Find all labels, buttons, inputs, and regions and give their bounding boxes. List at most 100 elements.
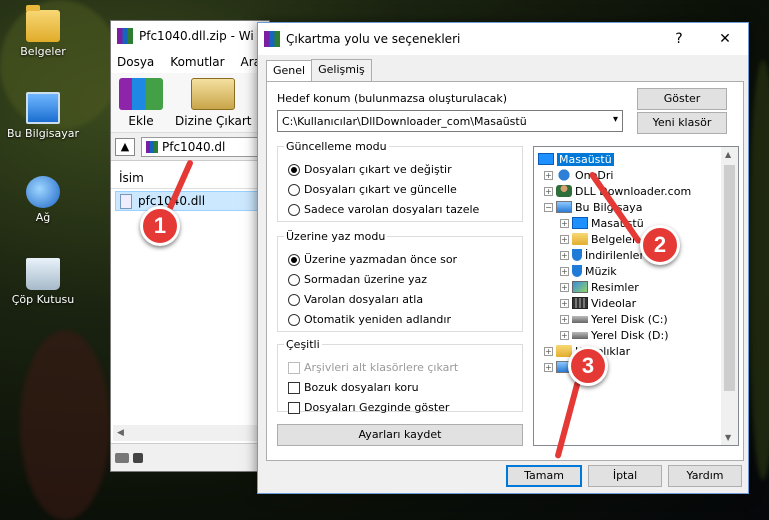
tree-item-onedrive[interactable]: + OneDri (544, 167, 613, 183)
tree-item-music[interactable]: + Müzik (560, 263, 617, 279)
close-icon[interactable]: ✕ (702, 23, 748, 55)
tree-item-downloads[interactable]: + İndirilenler (560, 247, 644, 263)
radio-ask-before-overwrite[interactable]: Üzerine yazmadan önce sor (288, 253, 457, 266)
general-panel: Hedef konum (bulunmazsa oluşturulacak) C… (266, 81, 744, 461)
up-folder-button[interactable]: ▲ (115, 137, 135, 156)
scroll-down-icon[interactable]: ▼ (725, 433, 731, 442)
tree-item-documents[interactable]: + Belgeler (560, 231, 636, 247)
recycle-bin-icon (26, 258, 60, 290)
add-archive-icon (119, 78, 163, 110)
expand-icon[interactable]: + (560, 330, 569, 340)
help-title-button[interactable]: ? (656, 23, 702, 55)
tree-item-disk-c[interactable]: + Yerel Disk (C:) (560, 311, 668, 327)
radio-button[interactable] (288, 293, 300, 306)
tree-item-user[interactable]: + DLL Downloader.com (544, 183, 691, 199)
radio-extract-update[interactable]: Dosyaları çıkart ve güncelle (288, 183, 457, 196)
extract-to-button[interactable]: Dizine Çıkart (175, 78, 251, 132)
tree-item-videos[interactable]: + Videolar (560, 295, 636, 311)
new-folder-button[interactable]: Yeni klasör (637, 112, 727, 134)
disk-icon (572, 331, 588, 339)
overwrite-mode-legend: Üzerine yaz modu (286, 230, 386, 243)
cancel-button[interactable]: İptal (588, 465, 662, 487)
winrar-icon (264, 31, 280, 47)
help-button[interactable]: Yardım (668, 465, 742, 487)
expand-icon[interactable]: + (544, 186, 553, 196)
expand-icon[interactable]: + (560, 234, 569, 244)
radio-button[interactable] (288, 203, 300, 216)
network-icon (26, 176, 60, 208)
horizontal-scrollbar[interactable]: ◀ (113, 425, 269, 441)
radio-refresh-existing[interactable]: Sadece varolan dosyaları tazele (288, 203, 479, 216)
tree-item-this-pc[interactable]: − Bu Bilgisaya (544, 199, 642, 215)
desktop-icon (538, 153, 554, 165)
desktop-icon-cop-kutusu[interactable]: Çöp Kutusu (0, 258, 86, 306)
tree-item-disk-d[interactable]: + Yerel Disk (D:) (560, 327, 669, 343)
show-button[interactable]: Göster (637, 88, 727, 110)
expand-icon[interactable]: + (560, 298, 569, 308)
radio-button[interactable] (288, 313, 300, 326)
user-icon (556, 185, 572, 197)
expand-icon[interactable]: + (560, 218, 569, 228)
status-bar (111, 443, 269, 471)
tree-vertical-scrollbar[interactable]: ▲ ▼ (721, 147, 738, 445)
expand-icon[interactable]: + (560, 250, 569, 260)
checkbox-show-in-explorer[interactable]: Dosyaları Gezginde göster (288, 401, 449, 414)
update-mode-legend: Güncelleme modu (286, 140, 387, 153)
videos-icon (572, 297, 588, 309)
destination-path-combo[interactable]: C:\Kullanıcılar\DllDownloader_com\Masaüs… (277, 110, 623, 132)
scroll-thumb[interactable] (724, 165, 735, 391)
expand-icon[interactable]: + (544, 362, 553, 372)
save-settings-button[interactable]: Ayarları kaydet (277, 424, 523, 446)
pictures-icon (572, 281, 588, 293)
computer-icon (26, 92, 60, 124)
radio-extract-replace[interactable]: Dosyaları çıkart ve değiştir (288, 163, 452, 176)
dialog-title: Çıkartma yolu ve seçenekleri (286, 32, 461, 46)
radio-skip-existing[interactable]: Varolan dosyaları atla (288, 293, 423, 306)
dialog-titlebar[interactable]: Çıkartma yolu ve seçenekleri ? ✕ (258, 23, 748, 55)
expand-icon[interactable]: + (560, 266, 569, 276)
checkbox (288, 361, 300, 374)
winrar-window: Pfc1040.dll.zip - Wi Dosya Komutlar Araç… (110, 20, 278, 472)
desktop-icon-ag[interactable]: Ağ (0, 176, 86, 224)
radio-auto-rename[interactable]: Otomatik yeniden adlandır (288, 313, 451, 326)
expand-icon[interactable]: + (544, 170, 553, 180)
collapse-icon[interactable]: − (544, 202, 553, 212)
music-icon (572, 265, 582, 277)
dialog-tabs: Genel Gelişmiş (266, 59, 372, 82)
checkbox[interactable] (288, 401, 300, 414)
winrar-title: Pfc1040.dll.zip - Wi (139, 29, 254, 43)
desktop-icon (572, 217, 588, 229)
add-button[interactable]: Ekle (119, 78, 163, 132)
tree-item-desktop[interactable]: Masaüstü (538, 151, 614, 167)
chevron-down-icon[interactable]: ▾ (613, 114, 618, 125)
tab-gelismis[interactable]: Gelişmiş (311, 59, 372, 81)
folder-tree[interactable]: Masaüstü + OneDri + DLL Downloader.com −… (533, 146, 739, 446)
radio-button-checked[interactable] (288, 163, 300, 176)
expand-icon[interactable]: + (560, 282, 569, 292)
extract-icon (191, 78, 236, 110)
checkbox[interactable] (288, 381, 300, 394)
radio-button-checked[interactable] (288, 253, 300, 266)
folder-icon (572, 233, 588, 245)
annotation-marker-2: 2 (640, 225, 680, 265)
ok-button[interactable]: Tamam (506, 465, 582, 487)
update-mode-group: Güncelleme modu Dosyaları çıkart ve deği… (277, 140, 523, 222)
checkbox-keep-broken[interactable]: Bozuk dosyaları koru (288, 381, 419, 394)
radio-button[interactable] (288, 183, 300, 196)
archive-path-field[interactable]: Pfc1040.dl (141, 136, 269, 157)
menu-dosya[interactable]: Dosya (117, 55, 154, 69)
expand-icon[interactable]: + (560, 314, 569, 324)
menu-komutlar[interactable]: Komutlar (170, 55, 224, 69)
archive-icon (146, 140, 158, 153)
expand-icon[interactable]: + (544, 346, 553, 356)
desktop-icon-bu-bilgisayar[interactable]: Bu Bilgisayar (0, 92, 86, 140)
tab-genel[interactable]: Genel (266, 60, 313, 82)
list-item[interactable]: pfc1040.dll (115, 191, 265, 211)
winrar-titlebar[interactable]: Pfc1040.dll.zip - Wi (111, 21, 269, 51)
scroll-up-icon[interactable]: ▲ (725, 150, 731, 159)
radio-button[interactable] (288, 273, 300, 286)
desktop-icon-belgeler[interactable]: Belgeler (0, 5, 86, 58)
disk-icon (572, 315, 588, 323)
tree-item-pictures[interactable]: + Resimler (560, 279, 639, 295)
radio-overwrite-without-prompt[interactable]: Sormadan üzerine yaz (288, 273, 427, 286)
